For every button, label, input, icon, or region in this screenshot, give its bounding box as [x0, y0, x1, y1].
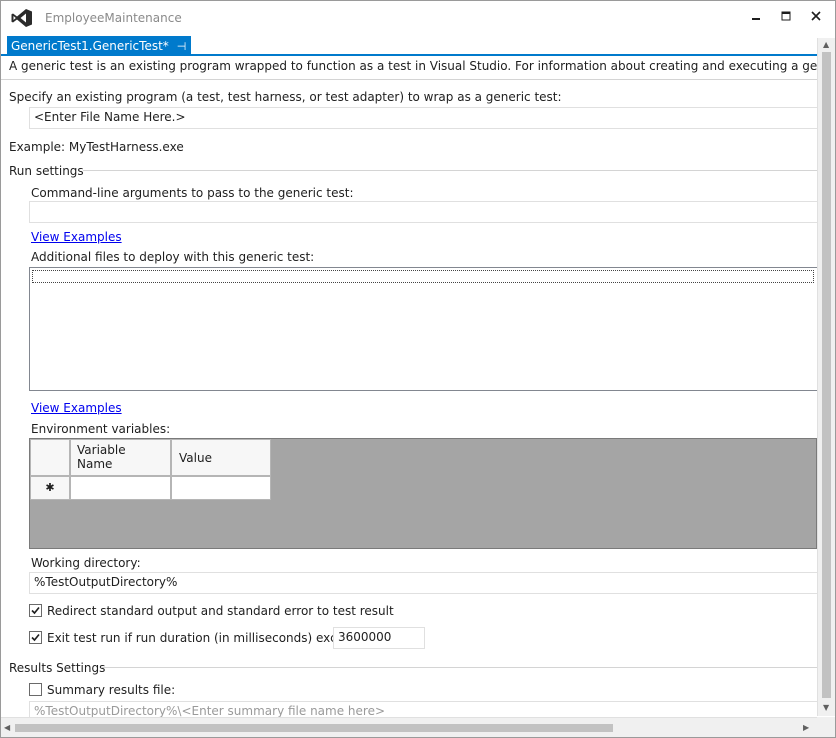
summary-checkbox[interactable]: [29, 683, 42, 696]
summary-file-input[interactable]: %TestOutputDirectory%\<Enter summary fil…: [29, 701, 817, 717]
new-row-marker: ✱: [30, 476, 70, 500]
cmdline-input[interactable]: [29, 201, 817, 223]
scroll-corner: [817, 717, 835, 737]
scroll-right-icon[interactable]: ▶: [803, 724, 809, 732]
environment-variables-grid[interactable]: Variable Name Value ✱: [29, 438, 817, 549]
exit-run-label: Exit test run if run duration (in millis…: [47, 631, 366, 645]
title-bar: EmployeeMaintenance: [1, 1, 835, 35]
exit-run-checkbox[interactable]: [29, 631, 42, 644]
summary-label: Summary results file:: [47, 683, 176, 697]
horizontal-scroll-thumb[interactable]: [15, 724, 613, 732]
minimize-icon: [752, 18, 760, 20]
app-window: EmployeeMaintenance GenericTest1.Generic…: [0, 0, 836, 738]
check-icon: [31, 606, 40, 615]
scroll-up-icon[interactable]: ▲: [823, 41, 829, 49]
duration-input[interactable]: 3600000: [333, 627, 425, 649]
tab-generic-test[interactable]: GenericTest1.GenericTest* ⊣ ✕: [7, 36, 204, 56]
run-settings-header: Run settings: [9, 164, 84, 178]
intro-text: A generic test is an existing program wr…: [9, 59, 817, 73]
close-window-button[interactable]: [803, 5, 829, 27]
minimize-button[interactable]: [743, 5, 769, 27]
program-label: Specify an existing program (a test, tes…: [9, 90, 562, 104]
tab-label: GenericTest1.GenericTest*: [11, 39, 169, 53]
env-vars-label: Environment variables:: [31, 422, 171, 436]
view-examples-link-1[interactable]: View Examples: [31, 230, 122, 244]
grid-corner-header: [30, 439, 70, 476]
list-focus-row: [32, 270, 814, 283]
redirect-checkbox[interactable]: [29, 604, 42, 617]
pin-icon[interactable]: ⊣: [177, 40, 187, 53]
check-icon: [31, 633, 40, 642]
maximize-icon: [781, 11, 791, 21]
tab-close-icon[interactable]: ✕: [194, 39, 204, 53]
working-dir-input[interactable]: %TestOutputDirectory%: [29, 572, 817, 594]
view-examples-link-2[interactable]: View Examples: [31, 401, 122, 415]
redirect-label: Redirect standard output and standard er…: [47, 604, 394, 618]
working-dir-label: Working directory:: [31, 556, 141, 570]
results-settings-divider: [101, 667, 817, 668]
example-text: Example: MyTestHarness.exe: [9, 140, 184, 154]
additional-files-label: Additional files to deploy with this gen…: [31, 250, 315, 264]
new-row-variable-name-cell[interactable]: [70, 476, 171, 500]
maximize-button[interactable]: [773, 5, 799, 27]
horizontal-scrollbar[interactable]: ◀ ▶: [1, 717, 817, 737]
additional-files-list[interactable]: [29, 267, 817, 391]
visual-studio-logo-icon: [11, 9, 32, 27]
vertical-scroll-thumb[interactable]: [822, 52, 831, 698]
run-settings-divider: [83, 170, 817, 171]
scroll-left-icon[interactable]: ◀: [4, 724, 10, 732]
intro-description: A generic test is an existing program wr…: [9, 59, 817, 73]
column-header-variable-name[interactable]: Variable Name: [70, 439, 171, 476]
vertical-scrollbar[interactable]: ▲ ▼: [817, 38, 835, 716]
new-row-value-cell[interactable]: [171, 476, 271, 500]
close-icon: [811, 11, 821, 21]
scroll-down-icon[interactable]: ▼: [823, 704, 829, 712]
generic-test-editor: A generic test is an existing program wr…: [1, 56, 817, 717]
cmdline-label: Command-line arguments to pass to the ge…: [31, 186, 354, 200]
column-header-value[interactable]: Value: [171, 439, 271, 476]
document-tab-strip: GenericTest1.GenericTest* ⊣ ✕: [1, 35, 835, 56]
intro-divider: [1, 79, 817, 80]
program-file-input[interactable]: <Enter File Name Here.>: [29, 107, 817, 129]
results-settings-header: Results Settings: [9, 661, 106, 675]
window-title: EmployeeMaintenance: [45, 11, 182, 25]
